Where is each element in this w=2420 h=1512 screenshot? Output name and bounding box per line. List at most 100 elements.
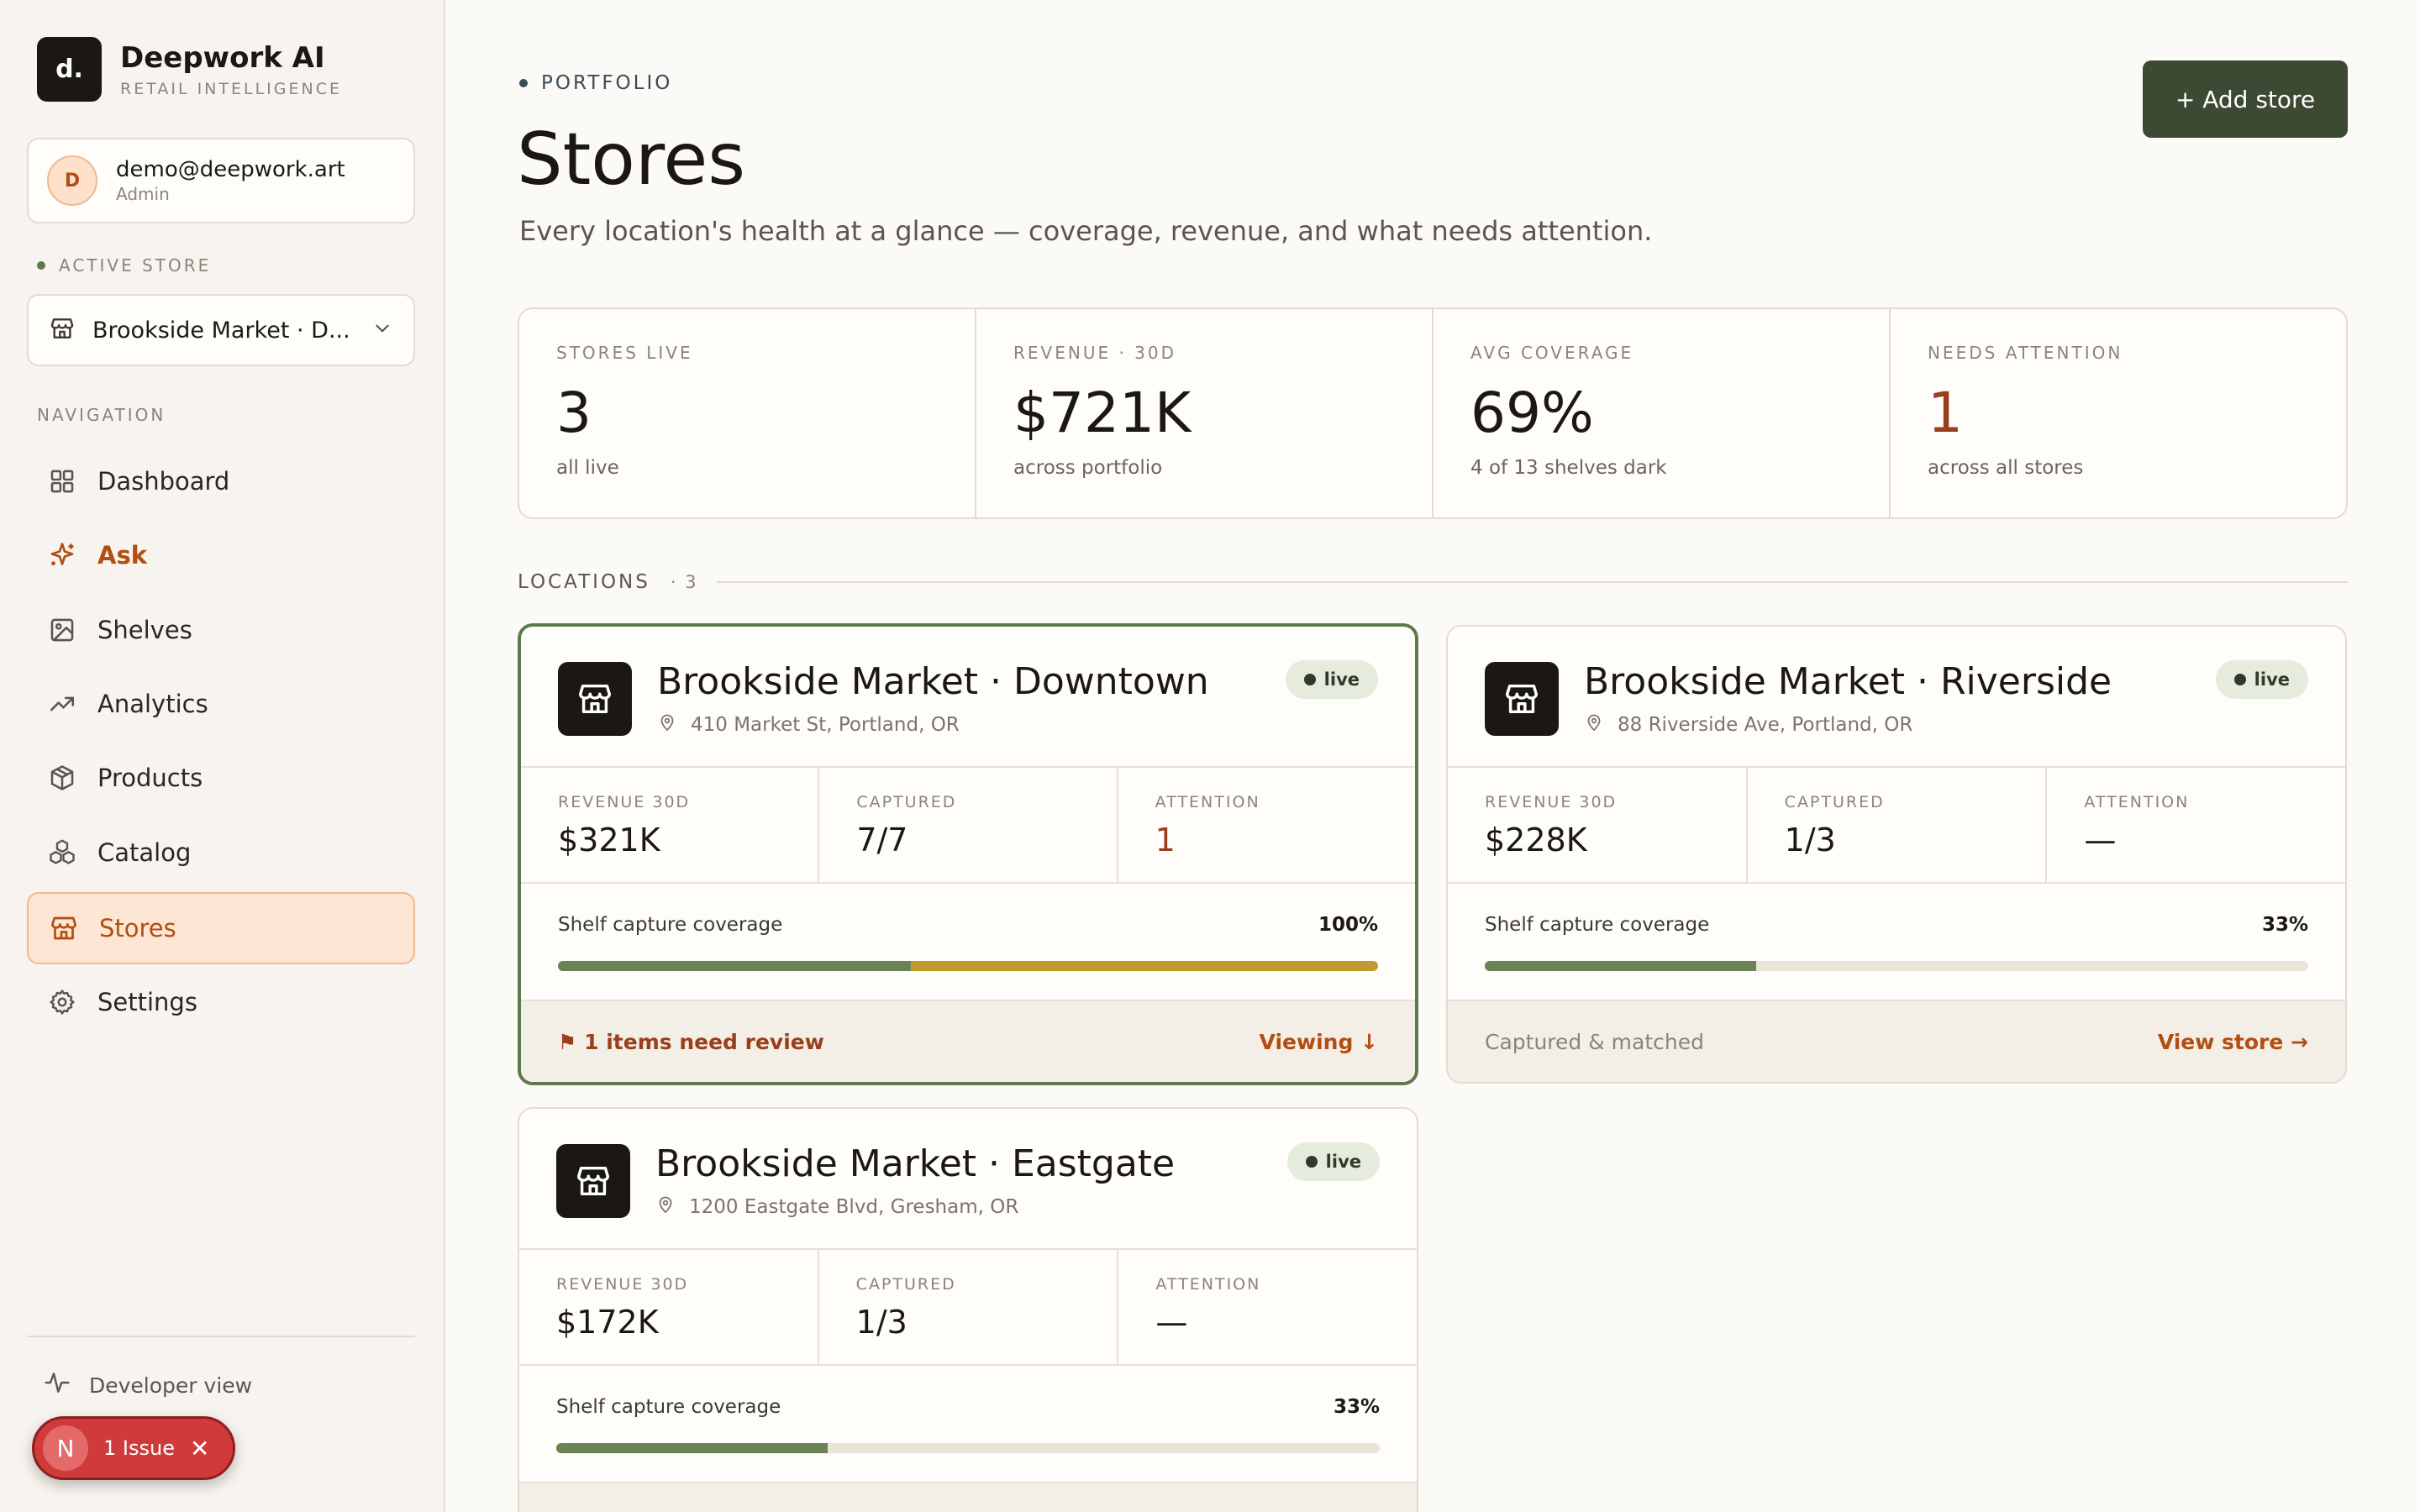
stat-note: across all stores (1928, 457, 2084, 479)
active-store-select[interactable]: Brookside Market · D... (27, 294, 415, 366)
coverage-bar (1485, 961, 2308, 971)
nav-item-dashboard[interactable]: Dashboard (27, 445, 415, 517)
stat-note: all live (556, 457, 619, 479)
coverage-percent: 100% (1318, 914, 1378, 936)
store-card-eastgate[interactable]: Brookside Market · Eastgate 1200 Eastgat… (518, 1107, 1418, 1512)
nav-label-shelves: Shelves (97, 616, 192, 644)
metric-revenue: REVENUE 30D $228K (1448, 768, 1748, 882)
store-icon (556, 1144, 630, 1218)
status-badge: live (2215, 660, 2308, 699)
coverage-label: Shelf capture coverage (1485, 914, 1710, 936)
metric-label: REVENUE 30D (556, 1275, 689, 1294)
developer-view-link[interactable]: Developer view (44, 1369, 252, 1401)
coverage-label: Shelf capture coverage (558, 914, 783, 936)
stat-label: AVG COVERAGE (1470, 343, 1634, 363)
nav-label-analytics: Analytics (97, 690, 208, 718)
metric-value: — (1155, 1304, 1188, 1341)
metric-value: 1/3 (1784, 822, 1836, 858)
metric-attention: ATTENTION — (1118, 1250, 1417, 1364)
stat-value: $721K (1013, 381, 1192, 445)
image-icon (45, 613, 79, 647)
metric-revenue: REVENUE 30D $172K (519, 1250, 819, 1364)
stat-stores-live: STORES LIVE 3 all live (519, 309, 976, 517)
review-alert[interactable]: ⚑ 1 items need review (558, 1030, 824, 1054)
metric-label: REVENUE 30D (558, 793, 691, 811)
locations-header: LOCATIONS · 3 (518, 571, 2348, 593)
coverage-percent: 33% (1333, 1396, 1380, 1418)
stat-note: 4 of 13 shelves dark (1470, 457, 1667, 479)
stat-note: across portfolio (1013, 457, 1163, 479)
close-icon[interactable]: ✕ (190, 1435, 209, 1462)
card-footer (519, 1483, 1417, 1512)
viewing-link[interactable]: Viewing ↓ (1260, 1030, 1378, 1054)
map-pin-icon (657, 712, 677, 738)
nav-item-shelves[interactable]: Shelves (27, 594, 415, 666)
nav-item-ask[interactable]: Ask (27, 519, 415, 591)
coverage-bar (558, 961, 1378, 971)
user-role: Admin (116, 184, 170, 204)
boxes-icon (45, 836, 79, 869)
brand-tagline: RETAIL INTELLIGENCE (120, 79, 342, 98)
stat-needs-attention: NEEDS ATTENTION 1 across all stores (1891, 309, 2346, 517)
store-icon (558, 662, 632, 736)
box-icon (45, 761, 79, 795)
locations-title: LOCATIONS (518, 571, 650, 593)
metric-value: $321K (558, 822, 660, 858)
stat-label: NEEDS ATTENTION (1928, 343, 2123, 363)
activity-icon (44, 1369, 71, 1401)
store-address: 88 Riverside Ave, Portland, OR (1584, 712, 1912, 738)
sidebar: d. Deepwork AI RETAIL INTELLIGENCE D dem… (0, 0, 445, 1512)
stat-revenue: REVENUE · 30D $721K across portfolio (976, 309, 1434, 517)
coverage-label: Shelf capture coverage (556, 1396, 781, 1418)
store-card-downtown[interactable]: Brookside Market · Downtown 410 Market S… (518, 623, 1418, 1085)
address-text: 88 Riverside Ave, Portland, OR (1618, 714, 1913, 736)
map-pin-icon (1584, 712, 1604, 738)
metric-label: ATTENTION (2084, 793, 2190, 811)
add-store-button[interactable]: + Add store (2143, 60, 2348, 138)
store-icon (49, 315, 76, 345)
store-address: 1200 Eastgate Blvd, Gresham, OR (655, 1194, 1018, 1220)
active-store-label-text: ACTIVE STORE (59, 255, 212, 276)
nav-item-settings[interactable]: Settings (27, 966, 415, 1038)
store-name: Brookside Market · Downtown (657, 660, 1209, 703)
nav-item-analytics[interactable]: Analytics (27, 668, 415, 740)
metric-label: CAPTURED (1784, 793, 1885, 811)
metric-value: 1 (1155, 822, 1176, 858)
store-card-riverside[interactable]: Brookside Market · Riverside 88 Riversid… (1446, 625, 2347, 1084)
eyebrow-text: PORTFOLIO (541, 72, 673, 94)
coverage-fill-matched (558, 961, 911, 971)
active-store-label: ACTIVE STORE (37, 255, 211, 276)
nav-item-products[interactable]: Products (27, 742, 415, 814)
status-dot (1303, 674, 1316, 685)
metric-attention: ATTENTION 1 (1118, 768, 1415, 882)
map-pin-icon (655, 1194, 676, 1220)
issue-pill[interactable]: N 1 Issue ✕ (32, 1416, 235, 1480)
view-store-link[interactable]: View store → (2158, 1030, 2308, 1054)
status-dot (2233, 674, 2246, 685)
sparkle-icon (45, 538, 79, 572)
nav-label-stores: Stores (99, 914, 176, 942)
capture-status: Captured & matched (1485, 1029, 1704, 1054)
brand[interactable]: d. Deepwork AI RETAIL INTELLIGENCE (37, 37, 342, 102)
locations-count: · 3 (670, 572, 698, 592)
nav-item-stores[interactable]: Stores (27, 892, 415, 964)
store-name: Brookside Market · Eastgate (655, 1142, 1176, 1185)
issue-count: 1 Issue (103, 1436, 175, 1460)
nav-label-catalog: Catalog (97, 838, 192, 867)
stat-value: 69% (1470, 381, 1594, 445)
status-badge: live (1285, 660, 1378, 699)
stats-panel: STORES LIVE 3 all live REVENUE · 30D $72… (518, 307, 2348, 519)
stat-label: STORES LIVE (556, 343, 693, 363)
status-badge: live (1286, 1142, 1380, 1181)
metric-attention: ATTENTION — (2047, 768, 2345, 882)
trend-icon (45, 687, 79, 721)
status-text: live (2254, 669, 2290, 690)
nav-item-catalog[interactable]: Catalog (27, 816, 415, 889)
user-email: demo@deepwork.art (116, 157, 345, 182)
address-text: 1200 Eastgate Blvd, Gresham, OR (689, 1196, 1019, 1218)
coverage-section: Shelf capture coverage 33% (1448, 884, 2345, 1001)
coverage-percent: 33% (2261, 914, 2308, 936)
user-card[interactable]: D demo@deepwork.art Admin (27, 138, 415, 223)
nav-label-ask: Ask (97, 541, 147, 570)
grid-icon (45, 465, 79, 498)
